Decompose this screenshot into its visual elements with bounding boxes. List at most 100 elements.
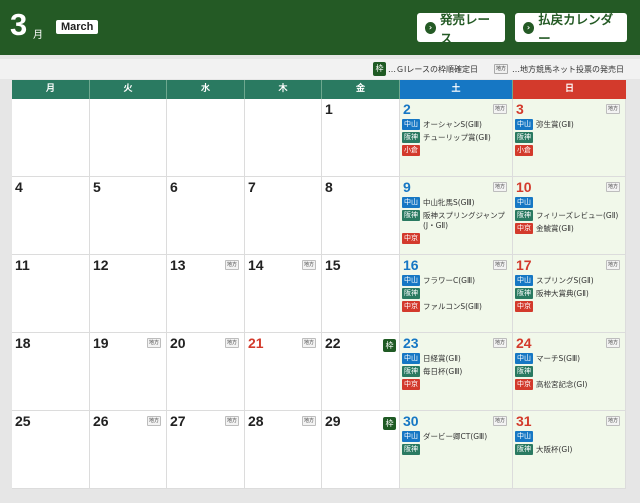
calendar-day-cell[interactable]: 5 bbox=[90, 177, 167, 255]
calendar-day-cell[interactable]: 25 bbox=[12, 411, 90, 489]
local-racing-badge[interactable]: 地方 bbox=[224, 338, 239, 348]
venue-badge[interactable]: 小倉 bbox=[402, 145, 420, 156]
race-name[interactable]: マーチS(GⅢ) bbox=[536, 353, 580, 364]
local-racing-badge[interactable]: 地方 bbox=[146, 416, 161, 426]
calendar-day-cell[interactable]: 27 地方 bbox=[167, 411, 245, 489]
venue-badge[interactable]: 中京 bbox=[402, 379, 420, 390]
race-name[interactable]: 阪神スプリングジャンプ(J・GⅡ) bbox=[423, 210, 510, 231]
venue-badge[interactable]: 中京 bbox=[515, 379, 533, 390]
race-item[interactable]: 阪神 大阪杯(GⅠ) bbox=[515, 444, 623, 455]
race-name[interactable]: 阪神大賞典(GⅡ) bbox=[536, 288, 589, 299]
venue-badge[interactable]: 中京 bbox=[515, 223, 533, 234]
race-item[interactable]: 中山 オーシャンS(GⅢ) bbox=[402, 119, 510, 130]
calendar-day-cell[interactable]: 18 bbox=[12, 333, 90, 411]
venue-badge[interactable]: 中京 bbox=[515, 301, 533, 312]
venue-badge[interactable]: 阪神 bbox=[402, 132, 420, 143]
race-item[interactable]: 阪神 フィリーズレビュー(GⅡ) bbox=[515, 210, 623, 221]
race-item[interactable]: 中山 弥生賞(GⅡ) bbox=[515, 119, 623, 130]
venue-badge[interactable]: 中山 bbox=[515, 197, 533, 208]
race-item[interactable]: 中山 スプリングS(GⅡ) bbox=[515, 275, 623, 286]
race-item[interactable]: 中山 日経賞(GⅡ) bbox=[402, 353, 510, 364]
race-item[interactable]: 中山 中山牝馬S(GⅢ) bbox=[402, 197, 510, 208]
venue-badge[interactable]: 阪神 bbox=[515, 288, 533, 299]
race-item[interactable]: 阪神 bbox=[515, 366, 623, 377]
calendar-day-cell[interactable]: 20 地方 bbox=[167, 333, 245, 411]
race-item[interactable]: 中京 bbox=[515, 301, 623, 312]
race-item[interactable]: 中京 高松宮記念(GⅠ) bbox=[515, 379, 623, 390]
calendar-day-cell[interactable]: 16 地方 中山 フラワーC(GⅢ) 阪神 中京 ファルコンS(GⅢ) bbox=[400, 255, 513, 333]
race-name[interactable]: フラワーC(GⅢ) bbox=[423, 275, 475, 286]
local-racing-badge[interactable]: 地方 bbox=[301, 260, 316, 270]
gate-draw-badge[interactable]: 枠 bbox=[383, 339, 396, 352]
race-item[interactable]: 中京 ファルコンS(GⅢ) bbox=[402, 301, 510, 312]
race-name[interactable]: ファルコンS(GⅢ) bbox=[423, 301, 482, 312]
race-name[interactable]: 金鯱賞(GⅡ) bbox=[536, 223, 574, 234]
gate-draw-badge[interactable]: 枠 bbox=[383, 417, 396, 430]
venue-badge[interactable]: 中京 bbox=[402, 233, 420, 244]
race-item[interactable]: 中京 bbox=[402, 379, 510, 390]
local-racing-badge[interactable]: 地方 bbox=[605, 338, 620, 348]
calendar-day-cell[interactable]: 8 bbox=[322, 177, 400, 255]
venue-badge[interactable]: 阪神 bbox=[515, 444, 533, 455]
local-racing-badge[interactable]: 地方 bbox=[492, 260, 507, 270]
venue-badge[interactable]: 中京 bbox=[402, 301, 420, 312]
race-item[interactable]: 小倉 bbox=[402, 145, 510, 156]
calendar-day-cell[interactable]: 26 地方 bbox=[90, 411, 167, 489]
venue-badge[interactable]: 中山 bbox=[402, 431, 420, 442]
calendar-day-cell[interactable]: 6 bbox=[167, 177, 245, 255]
local-racing-badge[interactable]: 地方 bbox=[605, 104, 620, 114]
venue-badge[interactable]: 阪神 bbox=[402, 444, 420, 455]
calendar-day-cell[interactable]: 4 bbox=[12, 177, 90, 255]
race-item[interactable]: 阪神 bbox=[402, 444, 510, 455]
calendar-day-cell[interactable]: 24 地方 中山 マーチS(GⅢ) 阪神 中京 高松宮記念(GⅠ) bbox=[513, 333, 626, 411]
local-racing-badge[interactable]: 地方 bbox=[492, 104, 507, 114]
race-item[interactable]: 阪神 bbox=[515, 132, 623, 143]
venue-badge[interactable]: 中山 bbox=[402, 197, 420, 208]
venue-badge[interactable]: 阪神 bbox=[515, 132, 533, 143]
local-racing-badge[interactable]: 地方 bbox=[224, 416, 239, 426]
local-racing-badge[interactable]: 地方 bbox=[605, 260, 620, 270]
calendar-day-cell[interactable]: 22 枠 bbox=[322, 333, 400, 411]
race-item[interactable]: 阪神 阪神大賞典(GⅡ) bbox=[515, 288, 623, 299]
calendar-day-cell[interactable]: 13 地方 bbox=[167, 255, 245, 333]
race-item[interactable]: 中山 bbox=[515, 197, 623, 208]
payout-calendar-button[interactable]: › 払戻カレンダー bbox=[515, 12, 627, 46]
race-name[interactable]: 毎日杯(GⅢ) bbox=[423, 366, 462, 377]
calendar-day-cell[interactable]: 21 地方 bbox=[245, 333, 322, 411]
race-name[interactable]: ダービー卿CT(GⅢ) bbox=[423, 431, 487, 442]
race-name[interactable]: チューリップ賞(GⅡ) bbox=[423, 132, 491, 143]
race-item[interactable]: 小倉 bbox=[515, 145, 623, 156]
calendar-day-cell[interactable]: 12 bbox=[90, 255, 167, 333]
race-item[interactable]: 中山 マーチS(GⅢ) bbox=[515, 353, 623, 364]
venue-badge[interactable]: 中山 bbox=[402, 275, 420, 286]
race-name[interactable]: 中山牝馬S(GⅢ) bbox=[423, 197, 475, 208]
local-racing-badge[interactable]: 地方 bbox=[224, 260, 239, 270]
local-racing-badge[interactable]: 地方 bbox=[301, 416, 316, 426]
calendar-day-cell[interactable]: 31 地方 中山 阪神 大阪杯(GⅠ) bbox=[513, 411, 626, 489]
calendar-day-cell[interactable]: 30 地方 中山 ダービー卿CT(GⅢ) 阪神 bbox=[400, 411, 513, 489]
venue-badge[interactable]: 中山 bbox=[402, 353, 420, 364]
venue-badge[interactable]: 阪神 bbox=[402, 288, 420, 299]
local-racing-badge[interactable]: 地方 bbox=[146, 338, 161, 348]
calendar-day-cell[interactable]: 3 地方 中山 弥生賞(GⅡ) 阪神 小倉 bbox=[513, 99, 626, 177]
calendar-day-cell[interactable]: 9 地方 中山 中山牝馬S(GⅢ) 阪神 阪神スプリングジャンプ(J・GⅡ) 中京 bbox=[400, 177, 513, 255]
race-item[interactable]: 中山 フラワーC(GⅢ) bbox=[402, 275, 510, 286]
calendar-day-cell[interactable]: 19 地方 bbox=[90, 333, 167, 411]
local-racing-badge[interactable]: 地方 bbox=[492, 182, 507, 192]
race-item[interactable]: 中山 ダービー卿CT(GⅢ) bbox=[402, 431, 510, 442]
calendar-day-cell[interactable]: 14 地方 bbox=[245, 255, 322, 333]
calendar-day-cell[interactable]: 28 地方 bbox=[245, 411, 322, 489]
calendar-day-cell[interactable]: 7 bbox=[245, 177, 322, 255]
venue-badge[interactable]: 小倉 bbox=[515, 145, 533, 156]
races-on-sale-button[interactable]: › 発売レース bbox=[417, 12, 505, 46]
race-name[interactable]: オーシャンS(GⅢ) bbox=[423, 119, 482, 130]
race-name[interactable]: 高松宮記念(GⅠ) bbox=[536, 379, 587, 390]
race-item[interactable]: 中京 bbox=[402, 233, 510, 244]
calendar-day-cell[interactable]: 1 bbox=[322, 99, 400, 177]
local-racing-badge[interactable]: 地方 bbox=[492, 338, 507, 348]
local-racing-badge[interactable]: 地方 bbox=[605, 182, 620, 192]
race-item[interactable]: 中京 金鯱賞(GⅡ) bbox=[515, 223, 623, 234]
calendar-day-cell[interactable]: 23 地方 中山 日経賞(GⅡ) 阪神 毎日杯(GⅢ) 中京 bbox=[400, 333, 513, 411]
venue-badge[interactable]: 中山 bbox=[402, 119, 420, 130]
venue-badge[interactable]: 中山 bbox=[515, 119, 533, 130]
